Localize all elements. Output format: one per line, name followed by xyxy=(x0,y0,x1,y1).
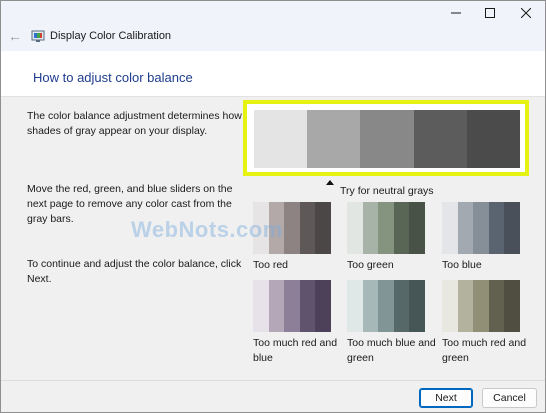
gray-bar-4 xyxy=(413,110,467,168)
color-swatch-3 xyxy=(442,202,520,254)
swatch-bar xyxy=(409,280,425,332)
intro-paragraph: The color balance adjustment determines … xyxy=(27,110,242,137)
maximize-button[interactable] xyxy=(473,1,507,25)
swatch-bar xyxy=(442,280,458,332)
gray-bars-highlight xyxy=(243,100,529,176)
swatch-bar xyxy=(504,280,520,332)
swatch-label: Too blue xyxy=(442,259,482,271)
swatch-bar xyxy=(473,280,489,332)
page-title: How to adjust color balance xyxy=(33,70,193,85)
gray-bar-5 xyxy=(466,110,521,168)
watermark: WebNots.com xyxy=(131,217,283,242)
swatch-bar xyxy=(268,280,285,332)
swatch-bar xyxy=(504,202,520,254)
swatch-bar xyxy=(284,280,300,332)
minimize-button[interactable] xyxy=(439,1,473,25)
swatch-bar xyxy=(409,202,425,254)
swatch-label: Too red xyxy=(253,259,289,271)
swatch-bar xyxy=(457,280,474,332)
swatch-bar xyxy=(378,202,394,254)
swatch-bar xyxy=(442,202,458,254)
gray-bar-2 xyxy=(307,110,361,168)
swatch-label: Too much blue and green xyxy=(347,337,436,364)
swatch-bar xyxy=(299,202,316,254)
swatch-bar xyxy=(299,280,316,332)
swatch-bar xyxy=(488,202,505,254)
swatch-bar xyxy=(378,280,394,332)
swatch-bar xyxy=(315,280,331,332)
swatch-bar xyxy=(362,280,379,332)
color-swatch-4 xyxy=(253,280,331,332)
gray-bar-1 xyxy=(254,110,308,168)
gray-bar-3 xyxy=(360,110,414,168)
swatch-bar xyxy=(284,202,300,254)
swatch-label: Too much red and green xyxy=(442,337,527,364)
caret-up-icon xyxy=(326,180,334,185)
swatch-bar xyxy=(488,280,505,332)
gray-bars xyxy=(254,110,521,168)
neutral-grays-caption: Try for neutral grays xyxy=(340,185,434,197)
swatch-label: Too much red and blue xyxy=(253,337,338,364)
close-button[interactable] xyxy=(509,1,543,25)
close-icon xyxy=(521,8,531,18)
swatch-bar xyxy=(457,202,474,254)
window-title: Display Color Calibration xyxy=(50,30,172,42)
swatch-bar xyxy=(362,202,379,254)
next-button[interactable]: Next xyxy=(419,388,473,408)
swatch-bar xyxy=(347,280,363,332)
color-swatch-2 xyxy=(347,202,425,254)
back-arrow-icon[interactable]: ← xyxy=(7,27,23,45)
swatch-label: Too green xyxy=(347,259,394,271)
color-calibration-icon xyxy=(31,30,45,42)
swatch-bar xyxy=(473,202,489,254)
maximize-icon xyxy=(485,8,495,18)
color-swatch-6 xyxy=(442,280,520,332)
swatch-bar xyxy=(393,280,410,332)
swatch-bar xyxy=(253,280,269,332)
swatch-bar xyxy=(315,202,331,254)
calibration-window: ← Display Color Calibration How to adjus… xyxy=(0,0,546,413)
swatch-bar xyxy=(347,202,363,254)
minimize-icon xyxy=(451,12,461,14)
color-swatch-5 xyxy=(347,280,425,332)
cancel-button[interactable]: Cancel xyxy=(482,388,537,408)
continue-paragraph: To continue and adjust the color balance… xyxy=(27,258,242,285)
swatch-bar xyxy=(393,202,410,254)
